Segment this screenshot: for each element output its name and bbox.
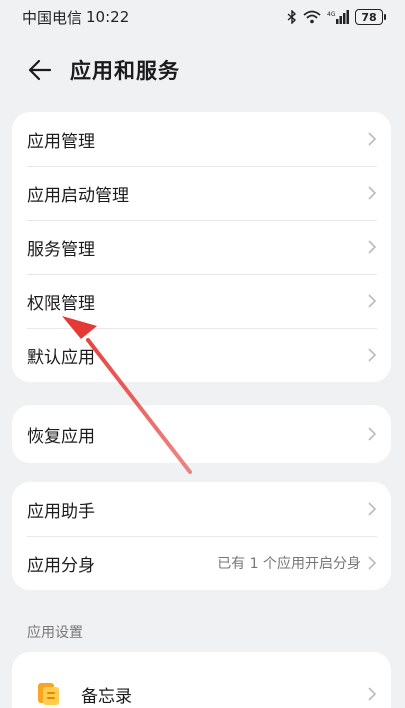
arrow-left-icon [28,59,52,81]
app-management-item[interactable]: 应用管理 [12,112,391,166]
page-header: 应用和服务 [0,48,405,92]
app-management-card: 应用管理 应用启动管理 服务管理 权限管理 默认应用 [12,112,391,382]
service-management-item[interactable]: 服务管理 [12,220,391,274]
bluetooth-icon [287,10,297,24]
status-right: 4G 78 [287,9,386,25]
memo-app-icon [35,680,63,708]
chevron-right-icon [367,239,377,255]
row-label: 应用管理 [27,131,95,152]
restore-apps-card: 恢复应用 [12,405,391,463]
app-twin-item[interactable]: 应用分身 已有 1 个应用开启分身 [12,536,391,590]
row-label: 服务管理 [27,239,95,260]
row-right: 已有 1 个应用开启分身 [217,553,377,573]
chevron-right-icon [367,686,377,702]
app-assistant-item[interactable]: 应用助手 [12,482,391,536]
chevron-right-icon [367,555,377,571]
status-left: 中国电信 10:22 [22,7,129,28]
back-button[interactable] [20,50,60,90]
row-value: 已有 1 个应用开启分身 [217,556,361,572]
app-assistant-card: 应用助手 应用分身 已有 1 个应用开启分身 [12,482,391,590]
chevron-right-icon [367,501,377,517]
row-label: 应用助手 [27,501,95,522]
row-label: 应用分身 [27,555,95,576]
row-label: 恢复应用 [27,426,95,447]
network-type: 4G [327,11,336,18]
wifi-icon [303,10,321,24]
chevron-right-icon [367,185,377,201]
permission-management-item[interactable]: 权限管理 [12,274,391,328]
chevron-right-icon [367,347,377,363]
row-label: 备忘录 [81,686,132,707]
chevron-right-icon [367,131,377,147]
status-bar: 中国电信 10:22 4G 78 [0,0,405,34]
row-label: 权限管理 [27,293,95,314]
chevron-right-icon [367,293,377,309]
section-title: 应用设置 [27,625,83,641]
battery-level: 78 [361,10,377,24]
memo-app-item[interactable]: 备忘录 [12,666,391,708]
row-label: 默认应用 [27,347,95,368]
row-label: 应用启动管理 [27,185,129,206]
restore-apps-item[interactable]: 恢复应用 [12,405,391,463]
default-apps-item[interactable]: 默认应用 [12,328,391,382]
page-title: 应用和服务 [70,59,180,83]
chevron-right-icon [367,426,377,442]
app-settings-card: 备忘录 [12,652,391,708]
signal-icon: 4G [327,10,349,24]
battery-indicator: 78 [355,9,386,25]
carrier-name: 中国电信 [22,8,83,27]
clock-time: 10:22 [86,8,130,26]
app-launch-management-item[interactable]: 应用启动管理 [12,166,391,220]
app-left: 备忘录 [27,680,132,708]
